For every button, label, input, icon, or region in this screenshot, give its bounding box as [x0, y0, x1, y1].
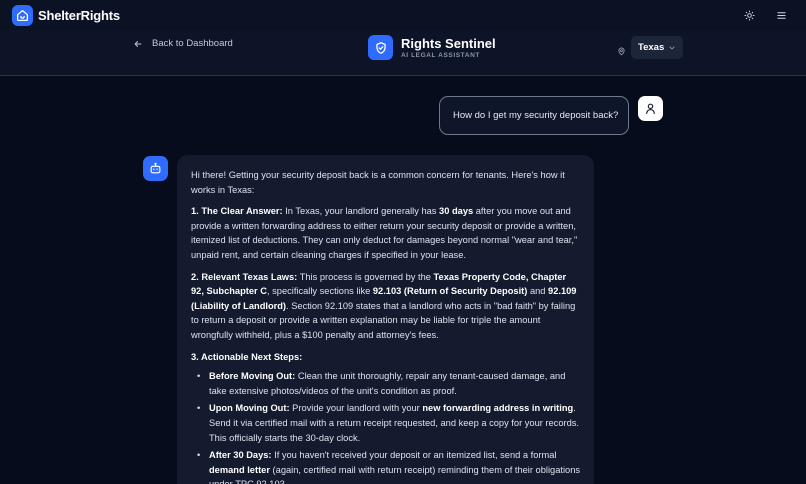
state-select[interactable]: Texas — [631, 36, 683, 59]
brand[interactable]: ShelterRights — [12, 5, 120, 26]
hamburger-menu-icon[interactable] — [774, 8, 788, 22]
next-steps-heading: 3. Actionable Next Steps: — [191, 351, 303, 362]
page-subtitle: AI LEGAL ASSISTANT — [401, 51, 480, 59]
assistant-intro: Hi there! Getting your security deposit … — [191, 170, 565, 195]
user-icon — [638, 96, 663, 121]
chevron-down-icon — [669, 46, 675, 49]
user-message-bubble: How do I get my security deposit back? — [439, 96, 629, 135]
state-select-value: Texas — [638, 42, 665, 53]
section-heading: 1. The Clear Answer: — [191, 206, 283, 217]
assistant-message-bubble: Hi there! Getting your security deposit … — [177, 155, 594, 484]
back-to-dashboard-link[interactable]: Back to Dashboard — [133, 38, 233, 49]
shield-check-icon — [368, 35, 393, 60]
brand-name: ShelterRights — [38, 8, 120, 23]
list-item: After 30 Days: If you haven't received y… — [195, 448, 580, 484]
top-nav: ShelterRights — [0, 0, 806, 30]
house-shield-icon — [12, 5, 33, 26]
list-item: Before Moving Out: Clean the unit thorou… — [195, 369, 580, 398]
chat-header: Back to Dashboard Rights Sentinel AI LEG… — [0, 30, 806, 76]
sun-icon[interactable] — [742, 8, 756, 22]
back-link-label: Back to Dashboard — [152, 38, 233, 49]
clear-answer-paragraph: 1. The Clear Answer: In Texas, your land… — [191, 206, 578, 260]
page-title: Rights Sentinel — [401, 35, 496, 51]
relevant-laws-paragraph: 2. Relevant Texas Laws: This process is … — [191, 271, 577, 340]
user-message-text: How do I get my security deposit back? — [453, 110, 619, 121]
map-pin-icon — [617, 43, 626, 61]
list-item: Upon Moving Out: Provide your landlord w… — [195, 401, 580, 445]
next-steps-list: Before Moving Out: Clean the unit thorou… — [195, 369, 580, 484]
robot-icon — [143, 156, 168, 181]
section-heading: 2. Relevant Texas Laws: — [191, 271, 298, 282]
assistant-title: Rights Sentinel AI LEGAL ASSISTANT — [368, 35, 496, 60]
arrow-left-icon — [134, 40, 142, 47]
